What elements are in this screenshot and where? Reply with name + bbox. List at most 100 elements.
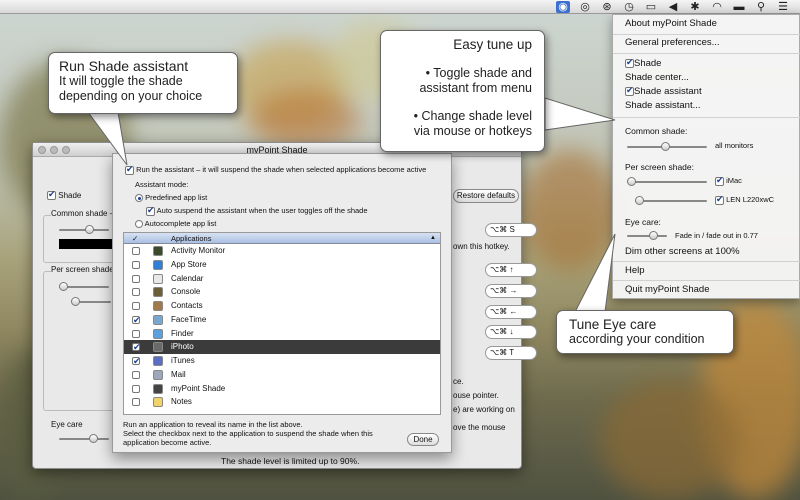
- slider-knob[interactable]: [635, 196, 644, 205]
- app-checkbox[interactable]: [132, 341, 141, 355]
- list-item[interactable]: myPoint Shade: [124, 382, 440, 396]
- display-icon[interactable]: ▭: [644, 1, 658, 13]
- target-icon[interactable]: ◎: [578, 1, 592, 13]
- menu-len-slider[interactable]: [635, 196, 707, 205]
- volume-icon[interactable]: ◀: [666, 1, 680, 13]
- menu-general-preferences[interactable]: General preferences...: [625, 37, 720, 48]
- list-item[interactable]: Mail: [124, 368, 440, 382]
- hotkey-field-right[interactable]: ⌥⌘ →: [485, 284, 537, 298]
- slider-knob[interactable]: [89, 434, 98, 443]
- list-item[interactable]: Activity Monitor: [124, 244, 440, 258]
- list-icon[interactable]: ☰: [776, 1, 790, 13]
- imac-checkbox[interactable]: [715, 175, 724, 186]
- menu-dim-other-screens[interactable]: Dim other screens at 100%: [625, 246, 740, 257]
- hotkey-field-toggle[interactable]: ⌥⌘ S: [485, 223, 537, 237]
- time-machine-icon[interactable]: ◷: [622, 1, 636, 13]
- hotkey-field-down[interactable]: ⌥⌘ ↓: [485, 325, 537, 339]
- auto-suspend-row[interactable]: Auto suspend the assistant when the user…: [146, 205, 368, 216]
- common-shade-slider[interactable]: [59, 225, 109, 234]
- autocomplete-radio[interactable]: [135, 220, 143, 229]
- per-screen-slider-1[interactable]: [59, 282, 109, 291]
- list-item[interactable]: App Store: [124, 258, 440, 272]
- slider-knob[interactable]: [59, 282, 68, 291]
- menu-shade-assistant[interactable]: Shade assistant: [625, 85, 702, 97]
- list-item[interactable]: iTunes: [124, 354, 440, 369]
- shade-checkbox-row[interactable]: Shade: [47, 189, 81, 201]
- callout-title: Tune Eye care: [569, 317, 657, 332]
- auto-suspend-checkbox[interactable]: [146, 205, 155, 216]
- fade-label: Fade in / fade out in 0.77: [675, 231, 758, 240]
- slider-knob[interactable]: [85, 225, 94, 234]
- app-checkbox[interactable]: [132, 355, 141, 369]
- app-checkbox[interactable]: [132, 274, 140, 283]
- imac-row[interactable]: iMac: [715, 175, 742, 186]
- run-assistant-checkbox[interactable]: [125, 164, 134, 175]
- app-checkbox[interactable]: [132, 288, 140, 297]
- list-item[interactable]: Calendar: [124, 272, 440, 286]
- menu-imac-slider[interactable]: [627, 177, 707, 186]
- app-name: Notes: [171, 397, 192, 407]
- list-item[interactable]: Finder: [124, 327, 440, 341]
- list-item[interactable]: Contacts: [124, 299, 440, 313]
- mypoint-shade-icon[interactable]: ◉: [556, 0, 570, 13]
- info-text-1: ce.: [453, 377, 464, 386]
- slider-knob[interactable]: [649, 231, 658, 240]
- menu-help[interactable]: Help: [625, 265, 645, 276]
- list-item[interactable]: FaceTime: [124, 313, 440, 328]
- callout-line: depending on your choice: [59, 89, 203, 103]
- app-icon: [153, 369, 163, 380]
- app-checkbox[interactable]: [132, 370, 140, 379]
- menu-about[interactable]: About myPoint Shade: [625, 18, 717, 29]
- app-name: iPhoto: [171, 342, 194, 352]
- app-icon: [153, 273, 163, 284]
- pointer-easy-tune: [544, 97, 616, 131]
- menu-shade-assistant-settings[interactable]: Shade assistant...: [625, 100, 701, 111]
- list-header[interactable]: ✓ Applications ▲: [124, 233, 440, 244]
- slider-knob[interactable]: [627, 177, 636, 186]
- menu-quit[interactable]: Quit myPoint Shade: [625, 284, 710, 295]
- app-checkbox[interactable]: [132, 314, 141, 328]
- zoom-button[interactable]: [62, 146, 70, 154]
- menu-shade-center[interactable]: Shade center...: [625, 72, 689, 83]
- menu-eye-care-slider[interactable]: [627, 231, 667, 240]
- callout-line: assistant from menu: [419, 81, 532, 95]
- hotkey-field-left[interactable]: ⌥⌘ ←: [485, 305, 537, 319]
- app-checkbox[interactable]: [132, 302, 140, 310]
- menu-common-shade-slider[interactable]: [627, 142, 707, 151]
- list-item[interactable]: Console: [124, 285, 440, 299]
- menu-shade[interactable]: Shade: [625, 57, 661, 69]
- per-screen-slider-2[interactable]: [71, 297, 111, 306]
- spotlight-icon[interactable]: ⚲: [754, 1, 768, 13]
- slider-knob[interactable]: [661, 142, 670, 151]
- restore-defaults-button[interactable]: Restore defaults: [453, 189, 519, 203]
- minimize-button[interactable]: [50, 146, 58, 154]
- slider-knob[interactable]: [71, 297, 80, 306]
- hotkey-hint: own this hotkey.: [453, 242, 510, 251]
- app-checkbox[interactable]: [132, 247, 140, 255]
- battery-icon[interactable]: ▬: [732, 1, 746, 13]
- close-button[interactable]: [38, 146, 46, 154]
- len-checkbox[interactable]: [715, 194, 724, 205]
- accessibility-icon[interactable]: ⊛: [600, 1, 614, 13]
- len-row[interactable]: LEN L220xwC: [715, 194, 774, 205]
- autocomplete-radio-row[interactable]: Autocomplete app list: [135, 219, 216, 229]
- app-checkbox[interactable]: [132, 384, 140, 393]
- eye-care-slider[interactable]: [59, 434, 109, 443]
- list-item[interactable]: Notes: [124, 395, 440, 409]
- menu-eye-care-label: Eye care:: [625, 217, 661, 227]
- wifi-icon[interactable]: ◠: [710, 1, 724, 13]
- bluetooth-icon[interactable]: ✱: [688, 1, 702, 13]
- hotkey-field-eye-care[interactable]: ⌥⌘ T: [485, 346, 537, 360]
- run-assistant-row[interactable]: Run the assistant – it will suspend the …: [125, 164, 426, 175]
- hotkey-field-up[interactable]: ⌥⌘ ↑: [485, 263, 537, 277]
- predefined-radio[interactable]: [135, 194, 143, 203]
- app-checkbox[interactable]: [132, 398, 140, 407]
- list-item[interactable]: iPhoto: [124, 340, 440, 355]
- applications-list[interactable]: ✓ Applications ▲ Activity Monitor App Sto…: [123, 232, 441, 415]
- help-text-1: Run an application to reveal its name in…: [123, 420, 303, 429]
- predefined-radio-row[interactable]: Predefined app list: [135, 193, 207, 203]
- shade-checkbox[interactable]: [47, 189, 56, 201]
- app-checkbox[interactable]: [132, 329, 140, 338]
- done-button[interactable]: Done: [407, 433, 439, 446]
- app-checkbox[interactable]: [132, 260, 140, 269]
